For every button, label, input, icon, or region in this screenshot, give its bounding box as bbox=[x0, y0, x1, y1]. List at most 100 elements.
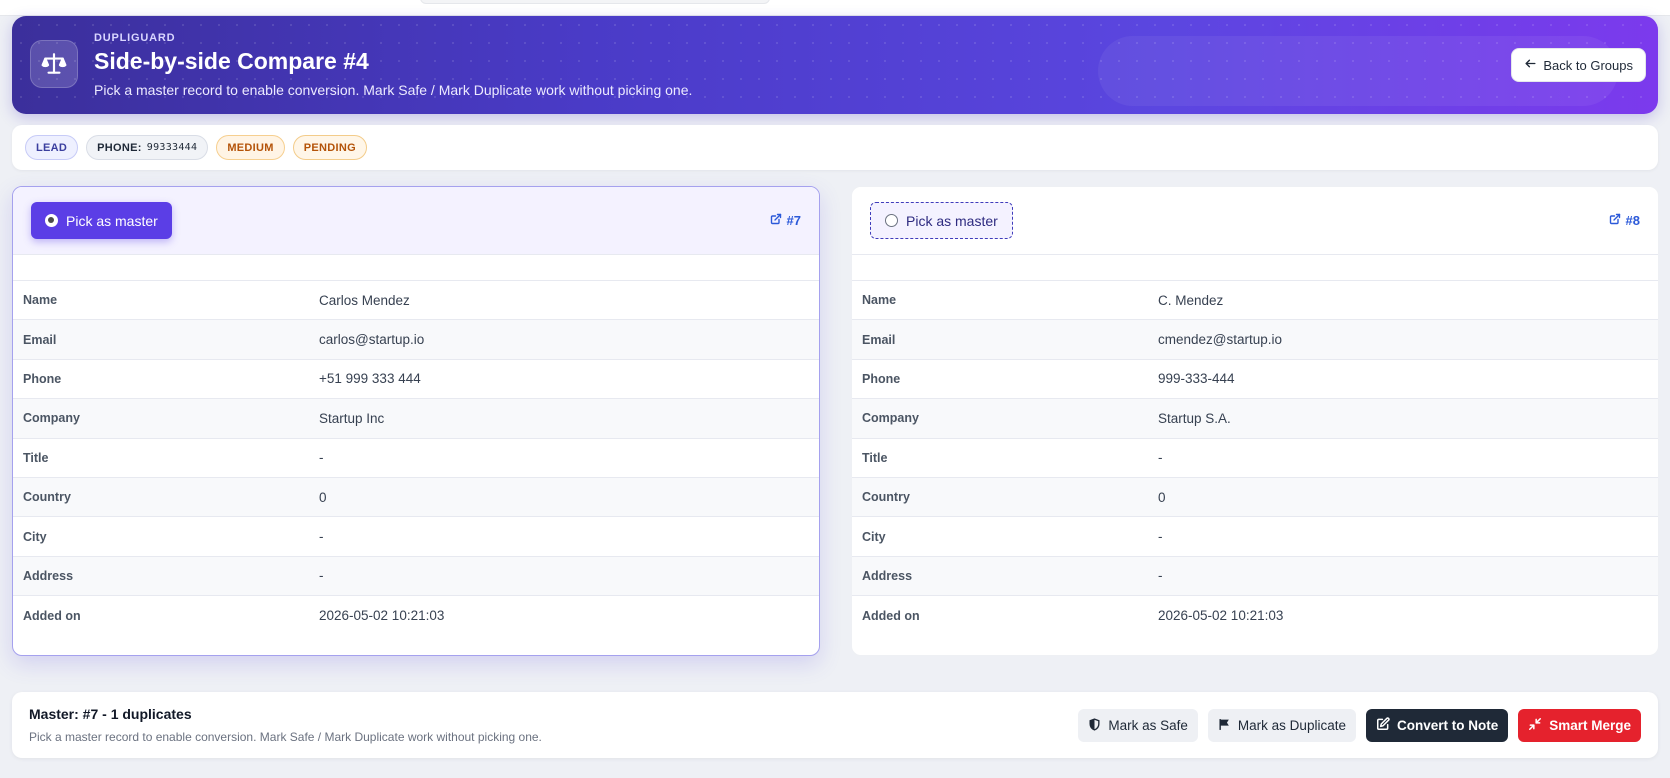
action-footer: Master: #7 - 1 duplicates Pick a master … bbox=[12, 692, 1658, 758]
field-row-address: Address - bbox=[852, 556, 1658, 597]
field-label: Country bbox=[23, 490, 71, 505]
field-row-address: Address - bbox=[13, 556, 819, 597]
compress-icon bbox=[1528, 717, 1542, 734]
radio-icon[interactable] bbox=[45, 214, 58, 227]
pick-as-master-label: Pick as master bbox=[906, 212, 998, 229]
top-search-edge[interactable] bbox=[420, 0, 770, 4]
footer-hint: Pick a master record to enable conversio… bbox=[29, 730, 542, 744]
field-row-country: Country 0 bbox=[13, 477, 819, 518]
shield-icon bbox=[1088, 717, 1101, 734]
field-value: +51 999 333 444 bbox=[319, 371, 421, 387]
open-record-link[interactable]: #7 bbox=[770, 213, 801, 228]
field-label: Title bbox=[23, 450, 49, 465]
radio-icon[interactable] bbox=[885, 214, 898, 227]
field-label: Company bbox=[23, 411, 80, 426]
table-spacer bbox=[852, 255, 1658, 281]
field-row-phone: Phone 999-333-444 bbox=[852, 360, 1658, 400]
field-value: 0 bbox=[319, 489, 327, 505]
field-label: Added on bbox=[23, 608, 81, 623]
field-row-name: Name Carlos Mendez bbox=[13, 281, 819, 321]
severity-badge: MEDIUM bbox=[216, 135, 285, 160]
field-row-added-on: Added on 2026-05-02 10:21:03 bbox=[13, 596, 819, 635]
field-row-name: Name C. Mendez bbox=[852, 281, 1658, 321]
field-row-country: Country 0 bbox=[852, 477, 1658, 518]
pick-as-master-label: Pick as master bbox=[66, 212, 158, 229]
record-card-master: Pick as master #7 Name Carlos Mendez Emai… bbox=[12, 186, 820, 656]
mark-as-safe-label: Mark as Safe bbox=[1108, 718, 1188, 733]
table-spacer bbox=[13, 255, 819, 281]
record-card-duplicate: Pick as master #8 Name C. Mendez Email cme… bbox=[851, 186, 1659, 656]
field-label: Email bbox=[862, 332, 896, 347]
field-row-company: Company Startup Inc bbox=[13, 399, 819, 439]
group-badges-bar: LEAD PHONE: 99333444 MEDIUM PENDING bbox=[12, 125, 1658, 170]
arrow-left-icon bbox=[1524, 57, 1537, 73]
entity-type-badge: LEAD bbox=[25, 135, 79, 160]
back-to-groups-label: Back to Groups bbox=[1543, 57, 1633, 73]
match-key-label: PHONE: bbox=[97, 141, 142, 154]
master-summary: Master: #7 - 1 duplicates bbox=[29, 706, 192, 722]
field-row-city: City - bbox=[852, 517, 1658, 557]
record-id-label: #8 bbox=[1625, 213, 1640, 228]
field-label: Address bbox=[862, 568, 913, 583]
field-row-company: Company Startup S.A. bbox=[852, 399, 1658, 439]
field-label: Country bbox=[862, 490, 910, 505]
field-label: Company bbox=[862, 411, 919, 426]
field-value: - bbox=[319, 529, 324, 545]
field-value: 2026-05-02 10:21:03 bbox=[319, 608, 445, 624]
mark-as-safe-button[interactable]: Mark as Safe bbox=[1078, 709, 1198, 742]
flag-icon bbox=[1218, 718, 1231, 734]
field-label: Phone bbox=[23, 371, 62, 386]
field-label: Name bbox=[23, 293, 58, 308]
smart-merge-label: Smart Merge bbox=[1549, 718, 1631, 733]
scale-icon bbox=[30, 40, 78, 88]
field-label: Name bbox=[862, 293, 897, 308]
match-key-badge: PHONE: 99333444 bbox=[86, 135, 209, 160]
status-badge: PENDING bbox=[292, 135, 367, 160]
record-card-header: Pick as master #7 bbox=[13, 187, 819, 255]
pick-as-master-button[interactable]: Pick as master bbox=[31, 202, 172, 239]
convert-to-note-label: Convert to Note bbox=[1396, 718, 1499, 733]
field-value: Startup S.A. bbox=[1158, 410, 1231, 426]
convert-to-note-button[interactable]: Convert to Note bbox=[1365, 709, 1509, 742]
field-value: Startup Inc bbox=[319, 410, 385, 426]
field-row-phone: Phone +51 999 333 444 bbox=[13, 360, 819, 400]
field-label: Address bbox=[23, 568, 74, 583]
open-record-link[interactable]: #8 bbox=[1609, 213, 1640, 228]
mark-as-duplicate-button[interactable]: Mark as Duplicate bbox=[1207, 709, 1356, 742]
record-card-header: Pick as master #8 bbox=[852, 187, 1658, 255]
field-label: Email bbox=[23, 332, 57, 347]
page-subtitle: Pick a master record to enable conversio… bbox=[94, 82, 693, 98]
field-row-added-on: Added on 2026-05-02 10:21:03 bbox=[852, 596, 1658, 635]
brand-kicker: DUPLIGUARD bbox=[94, 32, 176, 44]
field-value: cmendez@startup.io bbox=[1158, 332, 1283, 348]
field-value: - bbox=[319, 568, 324, 584]
back-to-groups-button[interactable]: Back to Groups bbox=[1511, 48, 1646, 82]
record-fields: Name C. Mendez Email cmendez@startup.io Ph… bbox=[852, 281, 1658, 636]
external-link-icon bbox=[1609, 213, 1621, 228]
top-navbar-edge bbox=[0, 0, 1670, 16]
field-row-title: Title - bbox=[852, 439, 1658, 478]
field-value: Carlos Mendez bbox=[319, 292, 410, 308]
field-value: C. Mendez bbox=[1158, 292, 1224, 308]
field-value: - bbox=[319, 450, 324, 466]
field-label: City bbox=[862, 529, 886, 544]
field-value: - bbox=[1158, 568, 1163, 584]
field-row-email: Email cmendez@startup.io bbox=[852, 320, 1658, 360]
field-value: 2026-05-02 10:21:03 bbox=[1158, 608, 1284, 624]
external-link-icon bbox=[770, 213, 782, 228]
mark-as-duplicate-label: Mark as Duplicate bbox=[1237, 718, 1346, 733]
smart-merge-button[interactable]: Smart Merge bbox=[1518, 709, 1641, 742]
record-id-label: #7 bbox=[786, 213, 801, 228]
field-value: 999-333-444 bbox=[1158, 371, 1235, 387]
field-value: - bbox=[1158, 529, 1163, 545]
field-value: - bbox=[1158, 450, 1163, 466]
field-value: carlos@startup.io bbox=[319, 332, 425, 348]
field-row-city: City - bbox=[13, 517, 819, 557]
page-title: Side-by-side Compare #4 bbox=[94, 48, 369, 74]
record-fields: Name Carlos Mendez Email carlos@startup.io… bbox=[13, 281, 819, 636]
edit-icon bbox=[1376, 717, 1390, 734]
pick-as-master-button[interactable]: Pick as master bbox=[870, 202, 1013, 239]
field-label: Added on bbox=[862, 608, 920, 623]
field-label: Title bbox=[862, 450, 888, 465]
field-row-email: Email carlos@startup.io bbox=[13, 320, 819, 360]
